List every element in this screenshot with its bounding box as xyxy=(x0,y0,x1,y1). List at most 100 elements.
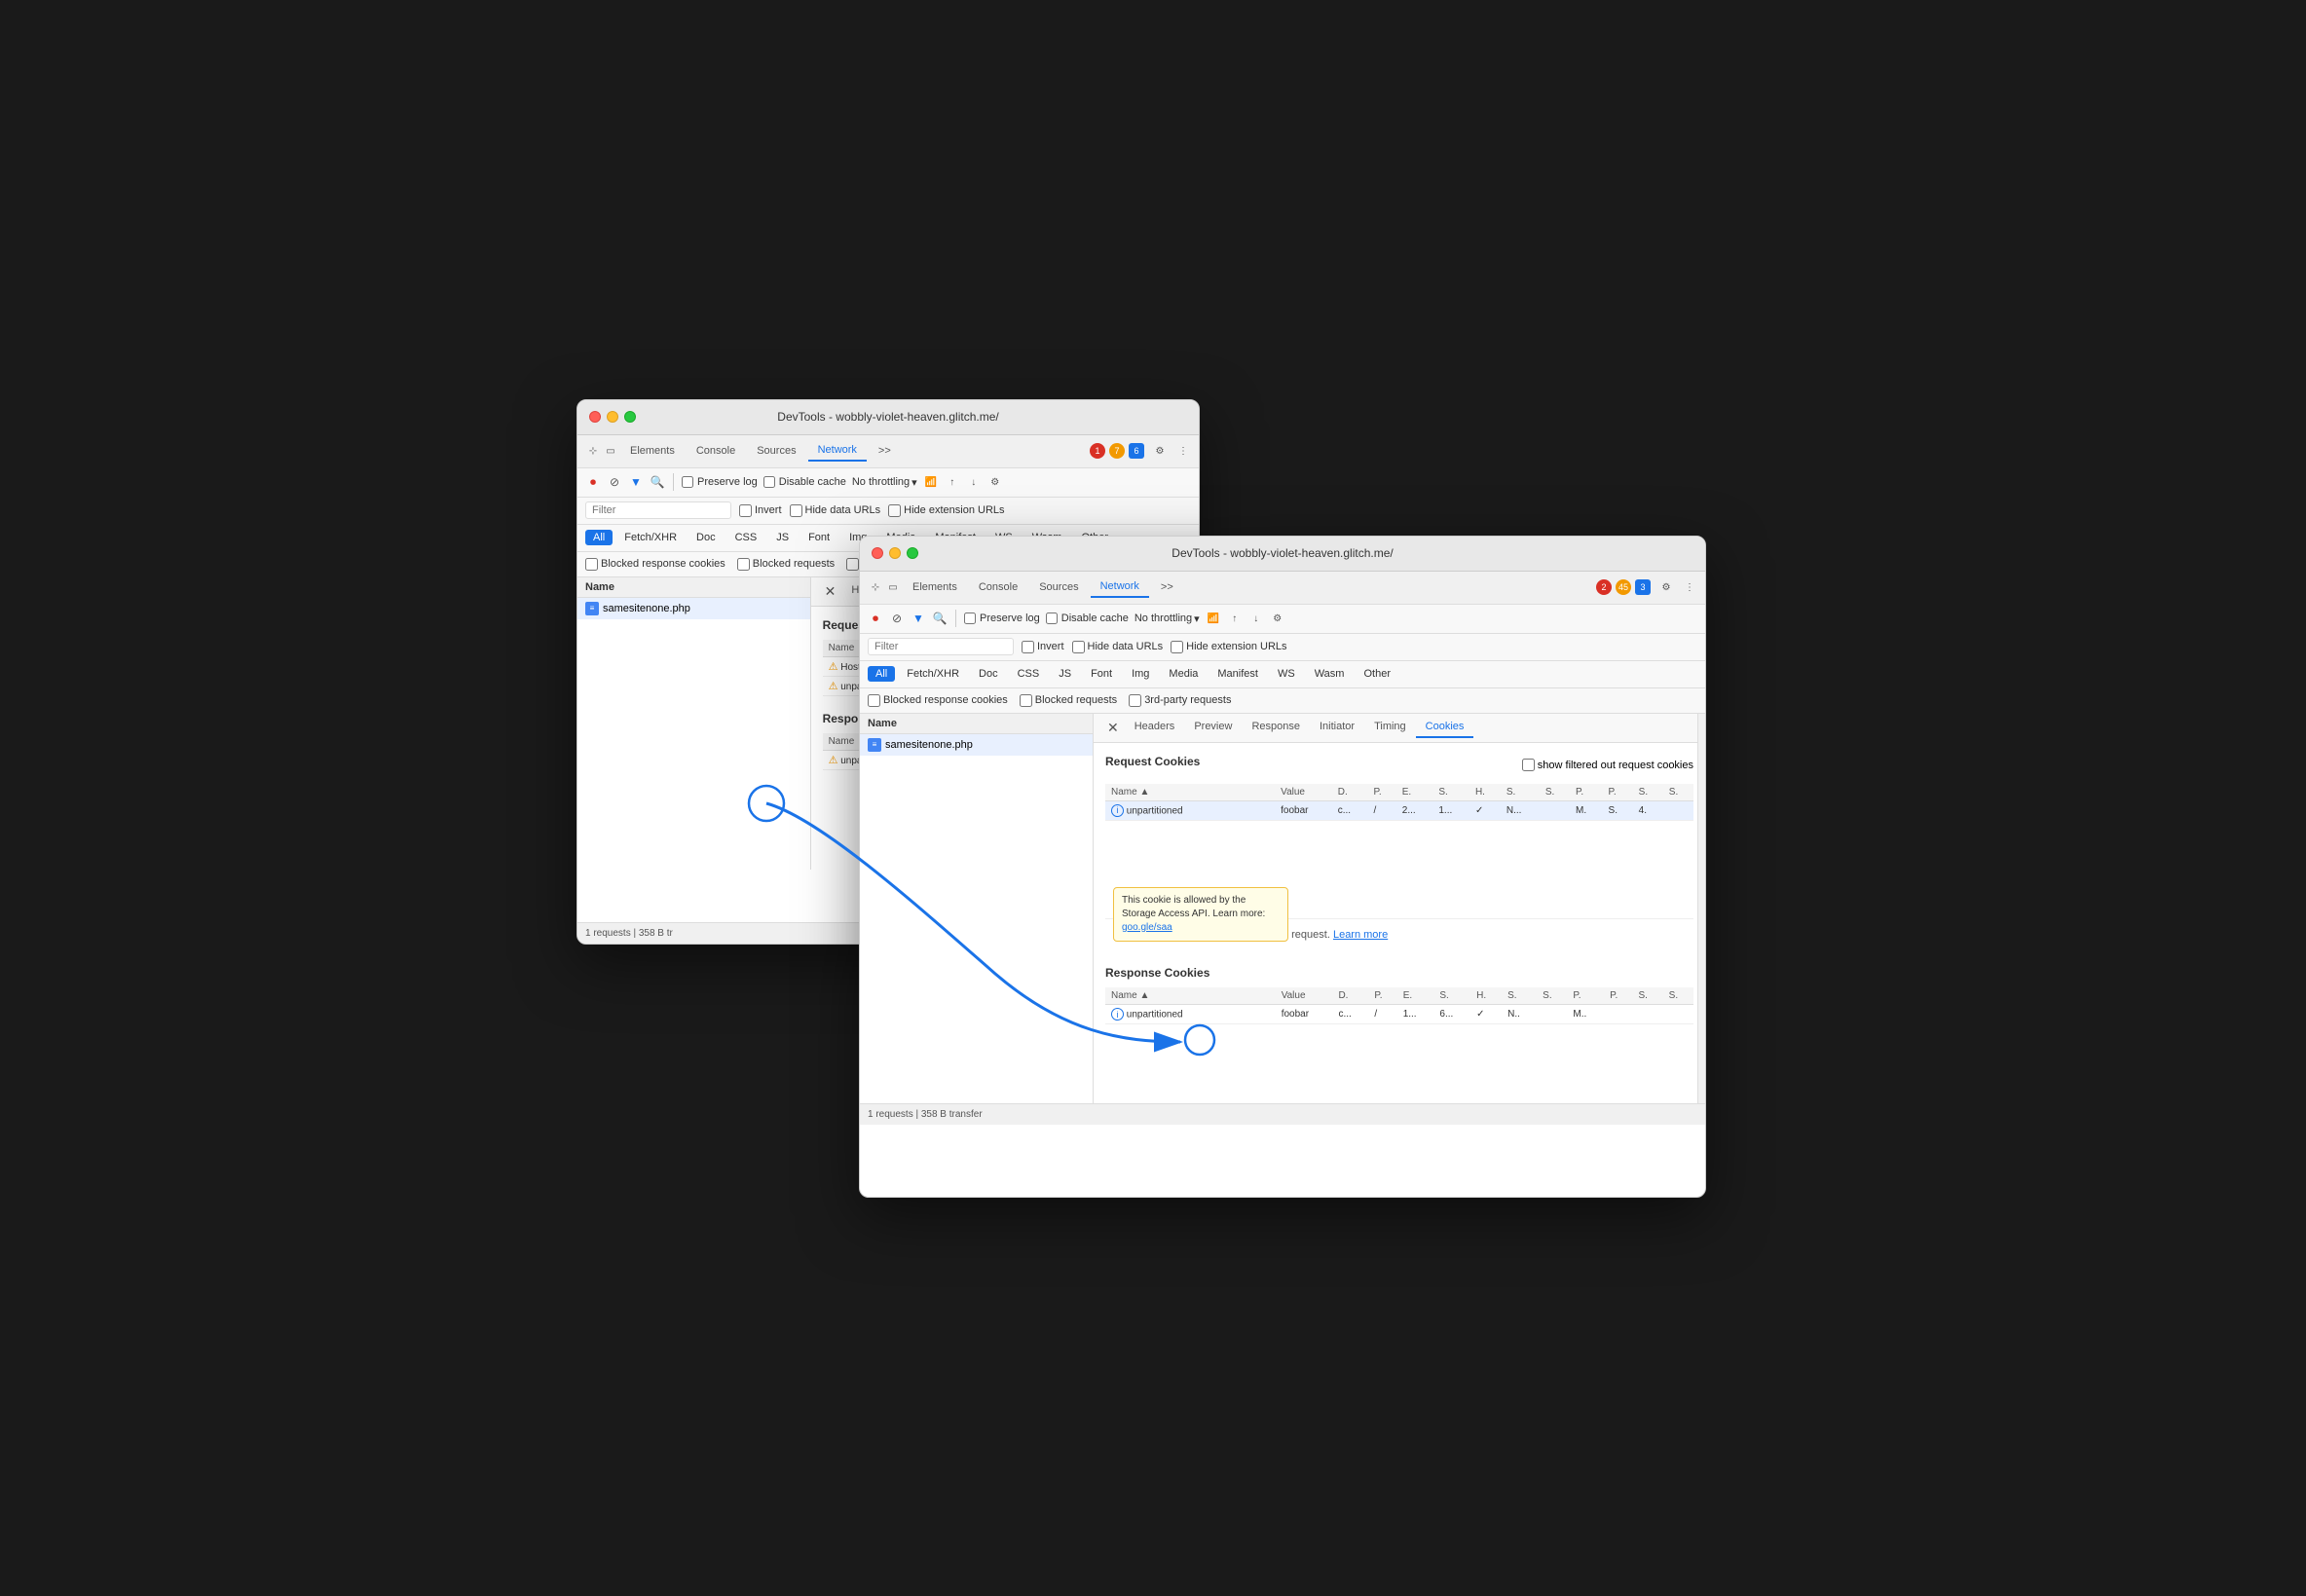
hide-ext-urls-checkbox-1[interactable] xyxy=(888,504,901,517)
col-s2-2[interactable]: S. xyxy=(1501,784,1540,801)
type-css-1[interactable]: CSS xyxy=(727,530,765,545)
blocked-response-label-1[interactable]: Blocked response cookies xyxy=(585,558,725,571)
tab-network-1[interactable]: Network xyxy=(808,440,867,462)
maximize-button-2[interactable] xyxy=(907,547,918,559)
hide-data-urls-label-2[interactable]: Hide data URLs xyxy=(1072,641,1164,653)
resp-col-p3-2[interactable]: P. xyxy=(1604,987,1632,1005)
scrollbar-2[interactable] xyxy=(1697,714,1705,1103)
filter-icon-1[interactable]: ▼ xyxy=(628,474,644,490)
blocked-response-label-2[interactable]: Blocked response cookies xyxy=(868,694,1008,707)
col-s3-2[interactable]: S. xyxy=(1540,784,1570,801)
tab-elements-1[interactable]: Elements xyxy=(620,441,685,461)
third-party-label-2[interactable]: 3rd-party requests xyxy=(1129,694,1231,707)
invert-checkbox-1[interactable] xyxy=(739,504,752,517)
hide-ext-urls-label-2[interactable]: Hide extension URLs xyxy=(1171,641,1286,653)
tab-elements-2[interactable]: Elements xyxy=(903,577,967,597)
detail-tab-preview-2[interactable]: Preview xyxy=(1184,717,1242,738)
detail-tab-timing-2[interactable]: Timing xyxy=(1364,717,1416,738)
record-icon-2[interactable]: ⏺ xyxy=(868,611,883,626)
tab-more-2[interactable]: >> xyxy=(1151,577,1183,597)
resp-col-s4-2[interactable]: S. xyxy=(1632,987,1662,1005)
col-d-2[interactable]: D. xyxy=(1332,784,1368,801)
detail-close-1[interactable]: ✕ xyxy=(819,583,842,600)
download-icon-2[interactable]: ↓ xyxy=(1248,611,1264,626)
filter-icon-2[interactable]: ▼ xyxy=(911,611,926,626)
type-wasm-2[interactable]: Wasm xyxy=(1307,666,1353,682)
show-filtered-label[interactable]: show filtered out request cookies xyxy=(1522,759,1693,771)
wifi-icon-1[interactable]: 📶 xyxy=(923,474,939,490)
upload-icon-1[interactable]: ↑ xyxy=(945,474,960,490)
hide-ext-urls-label-1[interactable]: Hide extension URLs xyxy=(888,504,1004,517)
type-font-2[interactable]: Font xyxy=(1083,666,1120,682)
tab-console-2[interactable]: Console xyxy=(969,577,1027,597)
col-p-2[interactable]: P. xyxy=(1368,784,1396,801)
resp-col-p-2[interactable]: P. xyxy=(1368,987,1396,1005)
blocked-response-checkbox-1[interactable] xyxy=(585,558,598,571)
search-icon-1[interactable]: 🔍 xyxy=(650,474,665,490)
table-row[interactable]: i unpartitioned foobar c... / 2... 1... … xyxy=(1105,800,1693,820)
resp-col-e-2[interactable]: E. xyxy=(1397,987,1434,1005)
resp-col-p2-2[interactable]: P. xyxy=(1567,987,1604,1005)
type-doc-2[interactable]: Doc xyxy=(971,666,1006,682)
filter-input-2[interactable] xyxy=(868,638,1014,655)
resp-col-s2-2[interactable]: S. xyxy=(1502,987,1537,1005)
col-e-2[interactable]: E. xyxy=(1396,784,1433,801)
type-js-1[interactable]: JS xyxy=(768,530,797,545)
clear-icon-1[interactable]: ⊘ xyxy=(607,474,622,490)
disable-cache-checkbox-1[interactable] xyxy=(763,476,775,488)
device-icon-2[interactable]: ▭ xyxy=(885,579,901,595)
show-filtered-checkbox[interactable] xyxy=(1522,759,1535,771)
minimize-button-2[interactable] xyxy=(889,547,901,559)
preserve-log-label-2[interactable]: Preserve log xyxy=(964,612,1040,624)
detail-tab-response-2[interactable]: Response xyxy=(1242,717,1310,738)
type-img-2[interactable]: Img xyxy=(1124,666,1157,682)
col-h-2[interactable]: H. xyxy=(1469,784,1501,801)
detail-tab-initiator-2[interactable]: Initiator xyxy=(1310,717,1364,738)
throttle-select-2[interactable]: No throttling ▾ xyxy=(1134,612,1200,625)
device-icon[interactable]: ▭ xyxy=(603,443,618,459)
type-font-1[interactable]: Font xyxy=(800,530,837,545)
cursor-icon-2[interactable]: ⊹ xyxy=(868,579,883,595)
blocked-requests-checkbox-1[interactable] xyxy=(737,558,750,571)
resp-col-d-2[interactable]: D. xyxy=(1332,987,1368,1005)
resp-col-s5-2[interactable]: S. xyxy=(1663,987,1693,1005)
disable-cache-label-2[interactable]: Disable cache xyxy=(1046,612,1129,624)
col-value-2[interactable]: Value xyxy=(1275,784,1332,801)
search-icon-2[interactable]: 🔍 xyxy=(932,611,948,626)
type-fetch-2[interactable]: Fetch/XHR xyxy=(899,666,967,682)
upload-icon-2[interactable]: ↑ xyxy=(1227,611,1243,626)
settings-icon-1[interactable]: ⚙ xyxy=(1152,443,1168,459)
type-other-2[interactable]: Other xyxy=(1356,666,1398,682)
tab-console-1[interactable]: Console xyxy=(687,441,745,461)
type-css-2[interactable]: CSS xyxy=(1010,666,1048,682)
type-all-1[interactable]: All xyxy=(585,530,613,545)
third-party-checkbox-1[interactable] xyxy=(846,558,859,571)
hide-data-urls-label-1[interactable]: Hide data URLs xyxy=(790,504,881,517)
disable-cache-label-1[interactable]: Disable cache xyxy=(763,476,846,488)
minimize-button-1[interactable] xyxy=(607,411,618,423)
close-button-2[interactable] xyxy=(872,547,883,559)
resp-col-h-2[interactable]: H. xyxy=(1470,987,1502,1005)
wifi-icon-2[interactable]: 📶 xyxy=(1206,611,1221,626)
type-doc-1[interactable]: Doc xyxy=(688,530,724,545)
hide-ext-urls-checkbox-2[interactable] xyxy=(1171,641,1183,653)
invert-checkbox-2[interactable] xyxy=(1022,641,1034,653)
filter-input-1[interactable] xyxy=(585,501,731,519)
col-s-2[interactable]: S. xyxy=(1432,784,1469,801)
blocked-requests-checkbox-2[interactable] xyxy=(1020,694,1032,707)
menu-icon-1[interactable]: ⋮ xyxy=(1175,443,1191,459)
detail-tab-cookies-2[interactable]: Cookies xyxy=(1416,717,1474,738)
type-js-2[interactable]: JS xyxy=(1051,666,1079,682)
resp-col-value-2[interactable]: Value xyxy=(1276,987,1333,1005)
tab-sources-1[interactable]: Sources xyxy=(747,441,805,461)
disable-cache-checkbox-2[interactable] xyxy=(1046,612,1058,624)
cursor-icon[interactable]: ⊹ xyxy=(585,443,601,459)
name-item-2[interactable]: ≡ samesitenone.php xyxy=(860,734,1093,756)
blocked-response-checkbox-2[interactable] xyxy=(868,694,880,707)
settings-icon-2[interactable]: ⚙ xyxy=(1658,579,1674,595)
detail-tab-headers-2[interactable]: Headers xyxy=(1125,717,1185,738)
resp-col-name-2[interactable]: Name ▲ xyxy=(1105,987,1276,1005)
tab-network-2[interactable]: Network xyxy=(1091,576,1149,598)
tab-sources-2[interactable]: Sources xyxy=(1029,577,1088,597)
col-s4-2[interactable]: S. xyxy=(1633,784,1663,801)
